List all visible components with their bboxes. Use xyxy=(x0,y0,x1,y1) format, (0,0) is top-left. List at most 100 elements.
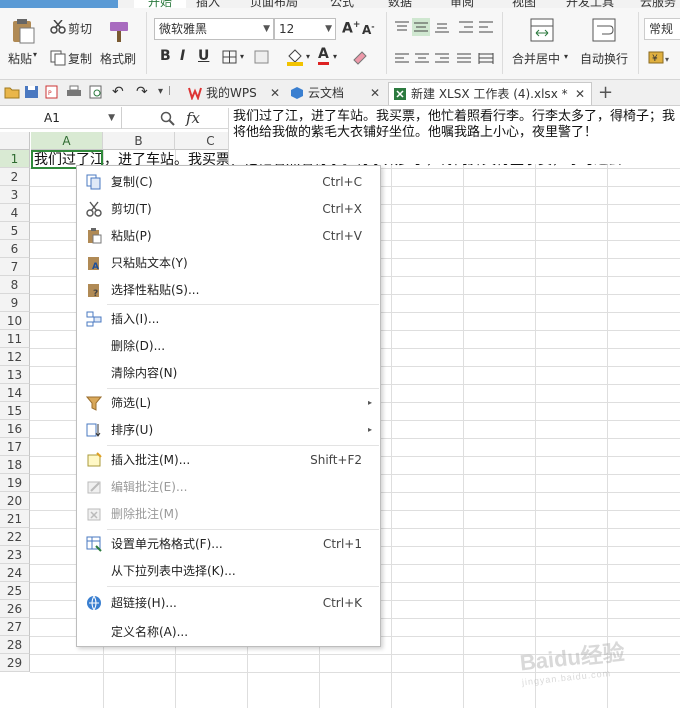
wrap-text-button[interactable]: 自动换行 xyxy=(580,50,628,67)
menu-item-sort[interactable]: 排序(U) ▸ xyxy=(77,418,380,442)
paste-large-icon[interactable] xyxy=(10,18,36,44)
align-middle-icon[interactable] xyxy=(412,18,430,36)
wrap-text-icon[interactable] xyxy=(592,18,616,42)
row-header[interactable]: 8 xyxy=(0,276,30,294)
column-header[interactable]: B xyxy=(103,132,175,150)
align-bottom-icon[interactable] xyxy=(434,20,450,34)
menu-item-define-name[interactable]: 定义名称(A)... xyxy=(77,620,380,644)
menu-item-format-cells[interactable]: 设置单元格格式(F)... Ctrl+1 xyxy=(77,532,380,556)
tab-review[interactable]: 审阅 xyxy=(450,0,474,8)
row-header[interactable]: 27 xyxy=(0,618,30,636)
print-preview-icon[interactable] xyxy=(88,85,104,99)
redo-icon[interactable]: ↷ xyxy=(136,84,148,100)
row-header[interactable]: 6 xyxy=(0,240,30,258)
row-header[interactable]: 16 xyxy=(0,420,30,438)
doc-tab-active-workbook[interactable]: 新建 XLSX 工作表 (4).xlsx * ✕ xyxy=(388,82,592,105)
row-header[interactable]: 3 xyxy=(0,186,30,204)
row-header[interactable]: 20 xyxy=(0,492,30,510)
merge-center-dropdown-icon[interactable]: ▾ xyxy=(564,52,568,61)
font-color-dropdown-icon[interactable]: ▾ xyxy=(333,52,337,61)
merge-cells-icon[interactable] xyxy=(254,50,270,64)
format-painter-button[interactable]: 格式刷 xyxy=(100,50,136,67)
row-header[interactable]: 17 xyxy=(0,438,30,456)
tab-page-layout[interactable]: 页面布局 xyxy=(250,0,298,8)
open-folder-icon[interactable] xyxy=(4,85,20,99)
menu-item-copy[interactable]: 复制(C) Ctrl+C xyxy=(77,170,380,194)
copy-button[interactable]: 复制 xyxy=(68,50,92,67)
row-header[interactable]: 11 xyxy=(0,330,30,348)
fill-color-dropdown-icon[interactable]: ▾ xyxy=(306,52,310,61)
row-header[interactable]: 4 xyxy=(0,204,30,222)
menu-item-cut[interactable]: 剪切(T) Ctrl+X xyxy=(77,197,380,221)
row-header[interactable]: 14 xyxy=(0,384,30,402)
close-icon[interactable]: ✕ xyxy=(270,82,280,104)
menu-item-insert-comment[interactable]: 插入批注(M)... Shift+F2 xyxy=(77,448,380,472)
merge-center-button[interactable]: 合并居中 xyxy=(512,50,560,67)
format-painter-icon[interactable] xyxy=(106,18,132,44)
row-header[interactable]: 10 xyxy=(0,312,30,330)
menu-item-pick-from-list[interactable]: 从下拉列表中选择(K)... xyxy=(77,559,380,583)
app-logo[interactable] xyxy=(0,0,118,8)
align-left-icon[interactable] xyxy=(394,52,410,66)
row-header[interactable]: 22 xyxy=(0,528,30,546)
row-header[interactable]: 5 xyxy=(0,222,30,240)
align-top-icon[interactable] xyxy=(394,20,410,34)
menu-item-paste-special[interactable]: ? 选择性粘贴(S)... xyxy=(77,278,380,302)
save-icon[interactable] xyxy=(24,85,40,99)
indent-decrease-icon[interactable] xyxy=(458,20,474,34)
menu-item-clear-contents[interactable]: 清除内容(N) xyxy=(77,361,380,385)
increase-font-icon[interactable]: A+ xyxy=(342,20,360,37)
menu-item-insert[interactable]: 插入(I)... xyxy=(77,307,380,331)
borders-icon[interactable] xyxy=(222,50,238,64)
close-icon[interactable]: ✕ xyxy=(370,82,380,104)
row-header[interactable]: 23 xyxy=(0,546,30,564)
zoom-icon[interactable] xyxy=(160,111,176,127)
menu-item-hyperlink[interactable]: 超链接(H)... Ctrl+K xyxy=(77,591,380,615)
tab-cloud[interactable]: 云服务 xyxy=(640,0,676,8)
bold-button[interactable]: B xyxy=(160,48,171,64)
tab-view[interactable]: 视图 xyxy=(512,0,536,8)
row-header[interactable]: 25 xyxy=(0,582,30,600)
paste-button[interactable]: 粘贴 xyxy=(8,50,32,67)
row-header[interactable]: 19 xyxy=(0,474,30,492)
indent-increase-icon[interactable] xyxy=(478,20,494,34)
doc-tab-cloud-docs[interactable]: 云文档 ✕ xyxy=(286,82,386,105)
row-header[interactable]: 29 xyxy=(0,654,30,672)
row-header[interactable]: 1 xyxy=(0,150,30,168)
row-header[interactable]: 26 xyxy=(0,600,30,618)
menu-item-paste-text-only[interactable]: A 只粘贴文本(Y) xyxy=(77,251,380,275)
export-pdf-icon[interactable]: P xyxy=(44,85,60,99)
tab-formulas[interactable]: 公式 xyxy=(330,0,354,8)
clear-format-icon[interactable] xyxy=(352,50,368,66)
distribute-icon[interactable] xyxy=(478,52,494,66)
font-name-combo[interactable]: 微软雅黑 ▼ xyxy=(154,18,274,40)
font-color-button[interactable]: A xyxy=(318,46,329,65)
insert-function-button[interactable]: fx xyxy=(186,107,200,129)
row-header[interactable]: 18 xyxy=(0,456,30,474)
row-header[interactable]: 7 xyxy=(0,258,30,276)
customize-qat-icon[interactable]: ▾ xyxy=(158,86,163,97)
currency-format-icon[interactable]: ¥ ▾ xyxy=(648,50,674,66)
row-header[interactable]: 28 xyxy=(0,636,30,654)
row-header[interactable]: 9 xyxy=(0,294,30,312)
align-center-icon[interactable] xyxy=(414,52,430,66)
cut-button[interactable]: 剪切 xyxy=(68,20,92,37)
number-format-combo[interactable]: 常规 xyxy=(644,18,680,40)
menu-item-filter[interactable]: 筛选(L) ▸ xyxy=(77,391,380,415)
undo-icon[interactable]: ↶ xyxy=(112,84,124,100)
row-header[interactable]: 21 xyxy=(0,510,30,528)
row-header[interactable]: 12 xyxy=(0,348,30,366)
italic-button[interactable]: I xyxy=(180,48,185,64)
tab-developer[interactable]: 开发工具 xyxy=(566,0,614,8)
align-right-icon[interactable] xyxy=(434,52,450,66)
underline-button[interactable]: U xyxy=(198,48,209,64)
close-icon[interactable]: ✕ xyxy=(575,83,585,105)
tab-home[interactable]: 开始 xyxy=(134,0,187,8)
row-header[interactable]: 15 xyxy=(0,402,30,420)
font-size-combo[interactable]: 12 ▼ xyxy=(274,18,336,40)
tab-insert[interactable]: 插入 xyxy=(196,0,220,8)
menu-item-delete[interactable]: 删除(D)... xyxy=(77,334,380,358)
decrease-font-icon[interactable]: A- xyxy=(362,22,375,37)
formula-input[interactable]: 我们过了江，进了车站。我买票，他忙着照看行李。行李太多了，得椅子；我将他给我做的… xyxy=(228,108,680,164)
new-tab-icon[interactable]: + xyxy=(598,82,613,103)
